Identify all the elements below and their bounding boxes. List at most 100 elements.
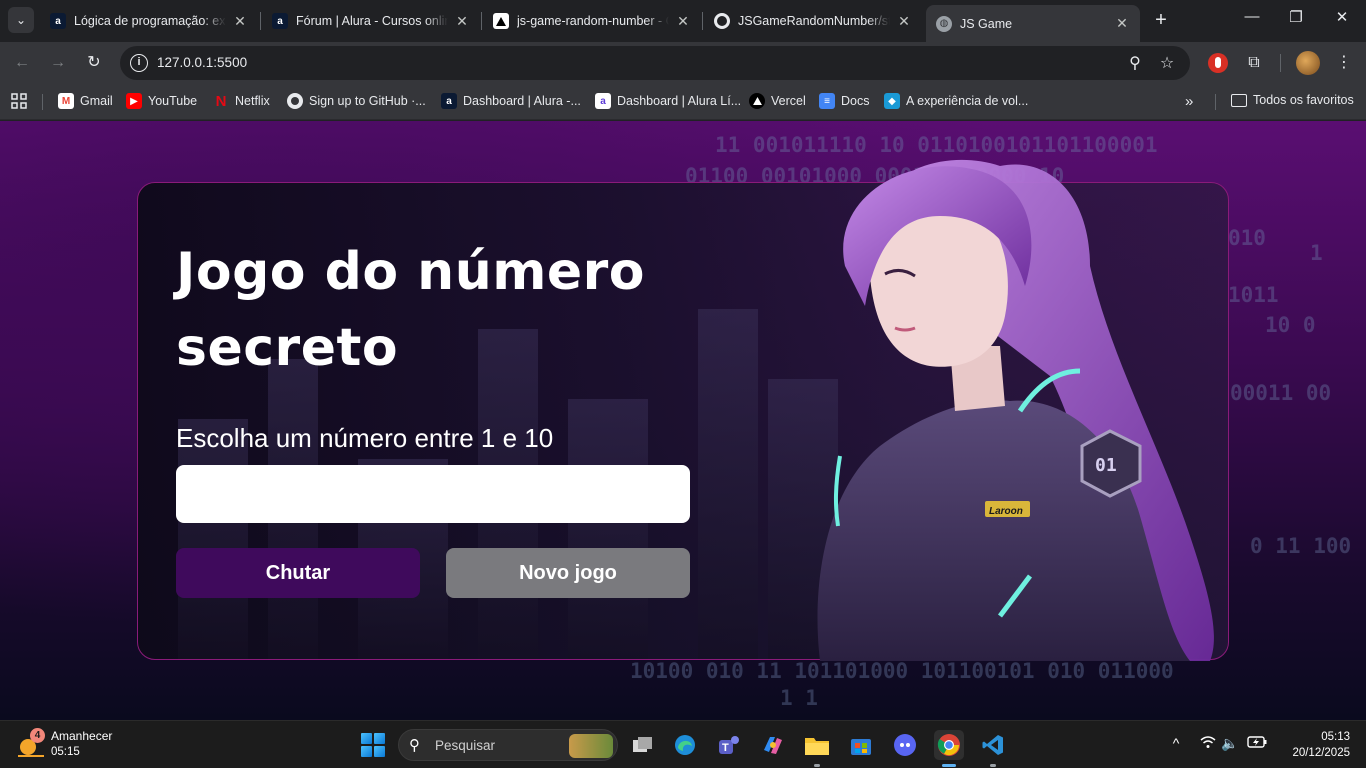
taskbar-search[interactable]: ⚲ Pesquisar bbox=[398, 729, 618, 761]
vercel-icon bbox=[493, 13, 509, 29]
guess-input[interactable] bbox=[176, 465, 690, 523]
profile-avatar[interactable] bbox=[1296, 51, 1320, 75]
more-bookmarks-icon[interactable]: » bbox=[1185, 93, 1193, 110]
bookmark-netflix[interactable]: N Netflix bbox=[213, 93, 270, 110]
kebab-menu-icon[interactable]: ⋮ bbox=[1333, 52, 1355, 74]
back-icon[interactable]: ← bbox=[11, 52, 33, 74]
bookmark-label: YouTube bbox=[148, 94, 198, 108]
chrome-icon[interactable] bbox=[934, 730, 964, 760]
guess-button[interactable]: Chutar bbox=[176, 548, 420, 598]
weather-badge: 4 bbox=[30, 728, 45, 743]
bookmark-experiencia[interactable]: ◆ A experiência de vol... bbox=[884, 93, 1028, 109]
zoom-icon[interactable]: ⚲ bbox=[1124, 53, 1146, 73]
svg-text:T: T bbox=[722, 742, 729, 754]
new-game-button[interactable]: Novo jogo bbox=[446, 548, 690, 598]
binary-code-text: 10100 010 11 101101000 101100101 010 011… bbox=[630, 659, 1174, 683]
bookmark-star-icon[interactable]: ☆ bbox=[1156, 53, 1178, 73]
bookmark-label: Dashboard | Alura -... bbox=[463, 94, 581, 108]
restore-icon[interactable]: ❐ bbox=[1281, 8, 1311, 26]
binary-code-text: 0 11 100 bbox=[1250, 534, 1352, 558]
url-text[interactable]: 127.0.0.1:5500 bbox=[157, 55, 247, 70]
tab-title: JS Game bbox=[960, 16, 1013, 31]
close-window-icon[interactable]: ✕ bbox=[1327, 8, 1357, 26]
bookmark-label: Sign up to GitHub ·... bbox=[309, 94, 426, 108]
close-tab-icon[interactable]: ✕ bbox=[1114, 15, 1130, 32]
site-info-icon[interactable]: i bbox=[130, 54, 148, 72]
tab-divider bbox=[260, 12, 261, 30]
alura-icon: a bbox=[50, 13, 66, 29]
tab-search-icon[interactable]: ⌄ bbox=[8, 7, 34, 33]
bookmark-alura-dashboard[interactable]: a Dashboard | Alura -... bbox=[441, 93, 581, 109]
extensions-puzzle-icon[interactable]: ⧉ bbox=[1243, 52, 1265, 74]
tab-js-game[interactable]: ◍ JS Game ✕ bbox=[926, 5, 1140, 42]
close-tab-icon[interactable]: ✕ bbox=[454, 13, 470, 30]
browser-toolbar: ← → ↻ i 127.0.0.1:5500 ⚲ ☆ ⧉ ⋮ bbox=[0, 42, 1366, 84]
tray-overflow-icon[interactable]: ^ bbox=[1166, 735, 1186, 751]
task-view-icon[interactable] bbox=[628, 730, 658, 760]
close-tab-icon[interactable]: ✕ bbox=[232, 13, 248, 30]
bookmark-gmail[interactable]: M Gmail bbox=[58, 93, 113, 109]
folder-icon bbox=[1231, 93, 1247, 107]
all-bookmarks-label: Todos os favoritos bbox=[1253, 93, 1354, 107]
explorer-running-indicator bbox=[814, 764, 820, 767]
binary-code-text: 11 001011110 10 0110100101101100001 bbox=[715, 133, 1158, 157]
close-tab-icon[interactable]: ✕ bbox=[896, 13, 912, 30]
microsoft-store-icon[interactable] bbox=[846, 730, 876, 760]
volume-icon[interactable]: 🔈 bbox=[1220, 735, 1240, 752]
alura-icon: a bbox=[441, 93, 457, 109]
close-tab-icon[interactable]: ✕ bbox=[675, 13, 691, 30]
bookmark-label: A experiência de vol... bbox=[906, 94, 1029, 108]
vercel-icon bbox=[749, 93, 765, 109]
file-explorer-icon[interactable] bbox=[802, 730, 832, 760]
tab-divider bbox=[702, 12, 703, 30]
search-highlight-image bbox=[569, 734, 613, 758]
city-building bbox=[568, 399, 648, 659]
youtube-icon: ▶ bbox=[126, 93, 142, 109]
github-icon bbox=[287, 93, 303, 109]
address-bar[interactable]: i 127.0.0.1:5500 ⚲ ☆ bbox=[120, 46, 1190, 80]
tab-strip: ⌄ a Lógica de programação: explorando ✕ … bbox=[0, 0, 1366, 42]
bookmark-alura-lingua[interactable]: a Dashboard | Alura Lí... bbox=[595, 93, 741, 109]
bookmark-youtube[interactable]: ▶ YouTube bbox=[126, 93, 197, 109]
clock-date: 20/12/2025 bbox=[1292, 747, 1350, 759]
alura-icon: a bbox=[272, 13, 288, 29]
bookmark-label: Netflix bbox=[235, 94, 270, 108]
extension-red-icon[interactable] bbox=[1208, 53, 1228, 73]
bookmark-label: Gmail bbox=[80, 94, 113, 108]
weather-label[interactable]: Amanhecer bbox=[51, 729, 112, 743]
all-bookmarks-folder[interactable]: Todos os favoritos bbox=[1231, 93, 1354, 107]
docs-icon: ≡ bbox=[819, 93, 835, 109]
bookmark-site-icon: ◆ bbox=[884, 93, 900, 109]
search-icon: ⚲ bbox=[409, 737, 420, 754]
bookmark-divider bbox=[42, 94, 43, 110]
forward-icon[interactable]: → bbox=[47, 52, 69, 74]
discord-icon[interactable] bbox=[890, 730, 920, 760]
binary-code-text: 00011 00 bbox=[1230, 381, 1332, 405]
minimize-icon[interactable]: — bbox=[1237, 8, 1267, 25]
vscode-icon[interactable] bbox=[978, 730, 1008, 760]
tab-logica[interactable]: a Lógica de programação: explorando ✕ bbox=[40, 5, 258, 37]
tab-forum[interactable]: a Fórum | Alura - Cursos online de ✕ bbox=[262, 5, 480, 37]
tab-title: Fórum | Alura - Cursos online de bbox=[296, 14, 448, 28]
bookmark-docs[interactable]: ≡ Docs bbox=[819, 93, 869, 109]
reload-icon[interactable]: ↻ bbox=[83, 52, 105, 74]
tab-title: JSGameRandomNumber/style.css bbox=[738, 14, 890, 28]
tab-divider bbox=[481, 12, 482, 30]
cyberpunk-girl-illustration: 01 Laroon bbox=[817, 159, 1214, 661]
wifi-icon[interactable] bbox=[1198, 735, 1218, 752]
edge-icon[interactable] bbox=[670, 730, 700, 760]
apps-grid-icon[interactable] bbox=[11, 93, 27, 109]
tab-js-game-overview[interactable]: js-game-random-number - Overview ✕ bbox=[483, 5, 701, 37]
tab-github-style[interactable]: JSGameRandomNumber/style.css ✕ bbox=[704, 5, 922, 37]
bookmark-github[interactable]: Sign up to GitHub ·... bbox=[287, 93, 426, 109]
new-tab-icon[interactable]: + bbox=[1150, 9, 1172, 31]
windows-start-icon[interactable] bbox=[361, 733, 385, 757]
copilot-icon[interactable] bbox=[758, 730, 788, 760]
weather-time: 05:15 bbox=[51, 746, 80, 758]
system-clock[interactable]: 05:13 20/12/2025 bbox=[1280, 729, 1350, 761]
battery-charging-icon[interactable] bbox=[1247, 735, 1267, 751]
teams-icon[interactable]: T bbox=[714, 730, 744, 760]
city-building bbox=[178, 419, 248, 659]
bookmark-vercel[interactable]: Vercel bbox=[749, 93, 806, 109]
search-placeholder: Pesquisar bbox=[435, 738, 496, 753]
